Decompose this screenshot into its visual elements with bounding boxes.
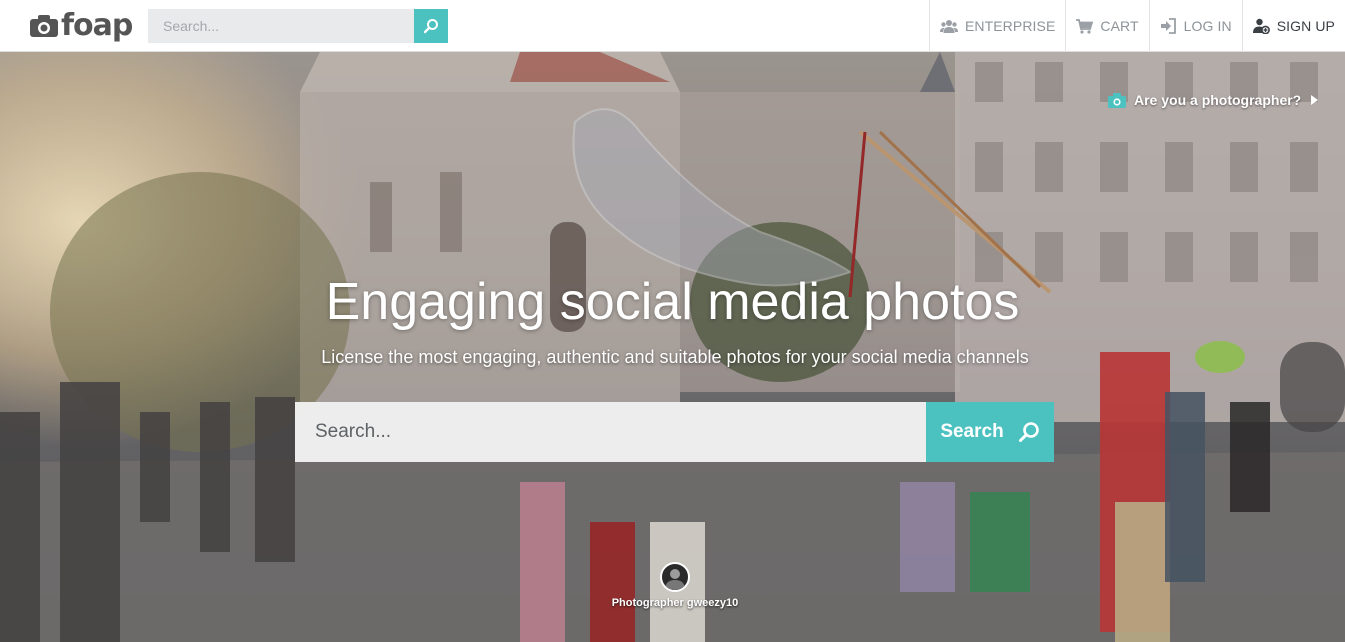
nav-login-label: LOG IN — [1183, 18, 1232, 34]
hero-subtitle: License the most engaging, authentic and… — [321, 347, 1029, 367]
hero-search-button-label: Search — [940, 421, 1004, 442]
hero-title: Engaging social media photos — [325, 273, 1020, 331]
search-icon — [423, 19, 438, 34]
photographer-link-label: Are you a photographer? — [1134, 92, 1302, 108]
nav-signup-label: SIGN UP — [1276, 18, 1335, 34]
hero-search-button[interactable]: Search — [926, 402, 1054, 462]
user-add-icon — [1252, 18, 1270, 34]
header-search-input[interactable] — [148, 9, 414, 43]
photographer-avatar[interactable] — [660, 562, 690, 592]
avatar-image — [665, 569, 685, 590]
foap-logo[interactable]: foap — [30, 8, 133, 43]
hero-banner: Are you a photographer? Engaging social … — [0, 52, 1345, 642]
hero-search-input[interactable] — [295, 402, 926, 462]
top-header: foap ENTERPRISE — [0, 0, 1345, 52]
users-icon — [939, 19, 958, 33]
logo-text: foap — [61, 8, 133, 43]
search-icon — [1018, 422, 1039, 442]
play-triangle-icon — [1311, 95, 1319, 105]
nav-login[interactable]: LOG IN — [1148, 0, 1242, 52]
photographer-credit[interactable]: Photographer gweezy10 — [575, 597, 775, 609]
nav-cart-label: CART — [1100, 18, 1139, 34]
login-icon — [1160, 18, 1176, 34]
camera-icon — [1108, 92, 1126, 108]
nav-signup[interactable]: SIGN UP — [1241, 0, 1345, 52]
nav-cart[interactable]: CART — [1065, 0, 1148, 52]
nav-enterprise[interactable]: ENTERPRISE — [928, 0, 1065, 52]
camera-icon — [30, 15, 58, 37]
cart-icon — [1076, 18, 1094, 34]
header-search-button[interactable] — [414, 9, 448, 43]
main-nav: ENTERPRISE CART LOG IN SIGN UP — [928, 0, 1345, 52]
nav-enterprise-label: ENTERPRISE — [964, 18, 1056, 34]
photographer-link[interactable]: Are you a photographer? — [1108, 92, 1319, 108]
